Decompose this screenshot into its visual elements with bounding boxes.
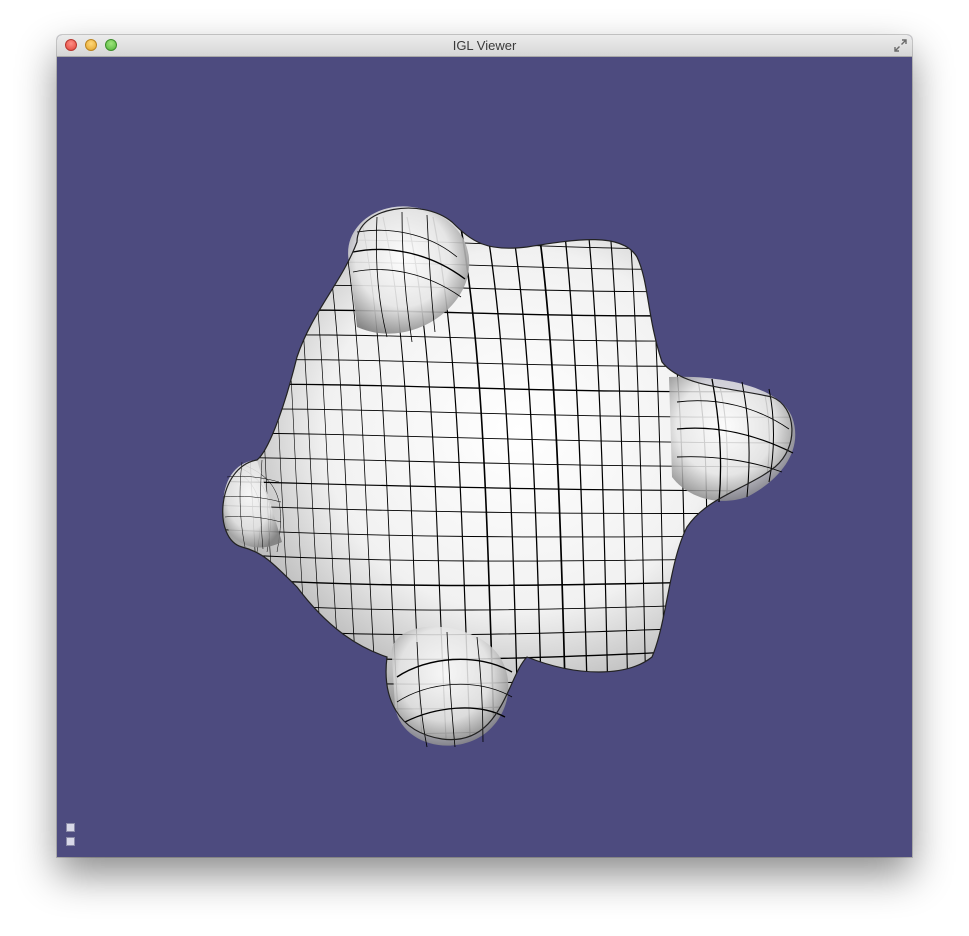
mesh-render (222, 206, 796, 748)
panel-toggle-icon[interactable] (66, 837, 75, 846)
igl-viewer-window: IGL Viewer (57, 35, 912, 857)
fullscreen-icon[interactable] (893, 38, 908, 53)
title-bar[interactable]: IGL Viewer (57, 35, 912, 57)
window-title: IGL Viewer (452, 38, 517, 53)
mesh-lobe-right (669, 376, 796, 503)
panel-toggle-icon[interactable] (66, 823, 75, 832)
3d-viewport[interactable] (57, 57, 912, 857)
